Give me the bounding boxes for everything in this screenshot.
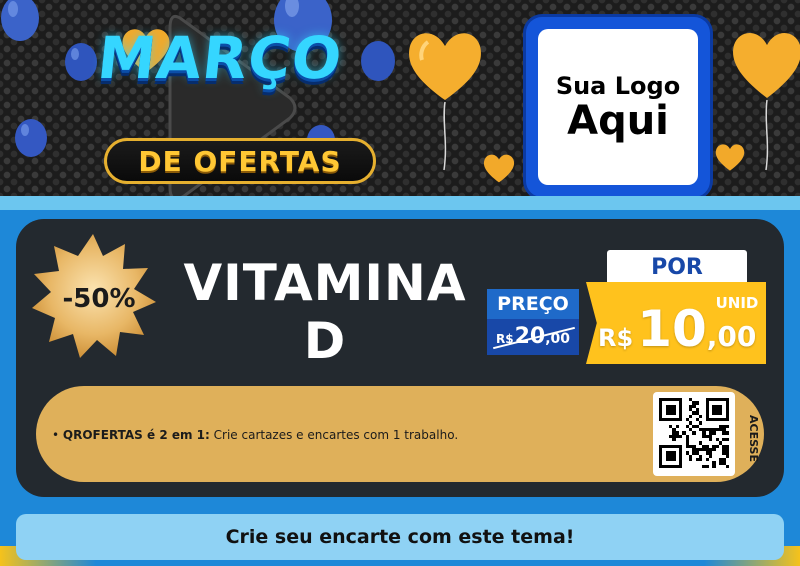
new-price-decimal: ,00 [706,320,757,353]
product-name-line2: D [303,312,347,370]
logo-placeholder[interactable]: Sua Logo Aqui [526,17,710,197]
logo-text-line1: Sua Logo [555,72,681,100]
info-text: • QROFERTAS é 2 em 1: Crie cartazes e en… [52,428,612,442]
info-text-bold: QROFERTAS é 2 em 1: [62,428,210,442]
blue-balloon-icon [14,118,48,162]
new-price-currency: R$ [598,324,634,352]
preco-label: PREÇO [487,289,579,319]
header-banner: MARÇO DE OFERTAS Sua Logo Aqui [0,0,800,205]
qr-code[interactable] [653,392,735,476]
blue-balloon-icon [0,0,40,50]
create-flyer-button[interactable]: Crie seu encarte com este tema! [16,514,784,560]
product-name: VITAMINA D [180,254,470,370]
gold-heart-balloon-icon [480,150,518,186]
new-price: R$ 10 ,00 [598,304,764,354]
gold-heart-balloon-icon [712,140,748,174]
logo-placeholder-inner: Sua Logo Aqui [538,29,698,185]
campaign-subtitle-pill: DE OFERTAS [104,138,376,184]
info-text-body: Crie cartazes e encartes com 1 trabalho. [209,428,459,442]
por-label: POR [607,250,747,284]
qr-acesse-label-wrap: ACESSE [742,398,764,478]
logo-text-line2: Aqui [567,98,669,144]
campaign-title: MARÇO [94,24,346,92]
discount-badge: -50% [62,284,136,314]
bullet-icon: • [52,428,63,442]
gold-heart-balloon-icon [404,22,486,172]
qr-code-icon [659,398,729,468]
blue-balloon-icon [64,42,98,86]
new-price-integer: 10 [637,300,707,358]
qr-acesse-label: ACESSE [746,414,760,462]
campaign-subtitle: DE OFERTAS [138,144,342,178]
header-divider [0,196,800,210]
product-name-line1: VITAMINA [183,254,467,312]
